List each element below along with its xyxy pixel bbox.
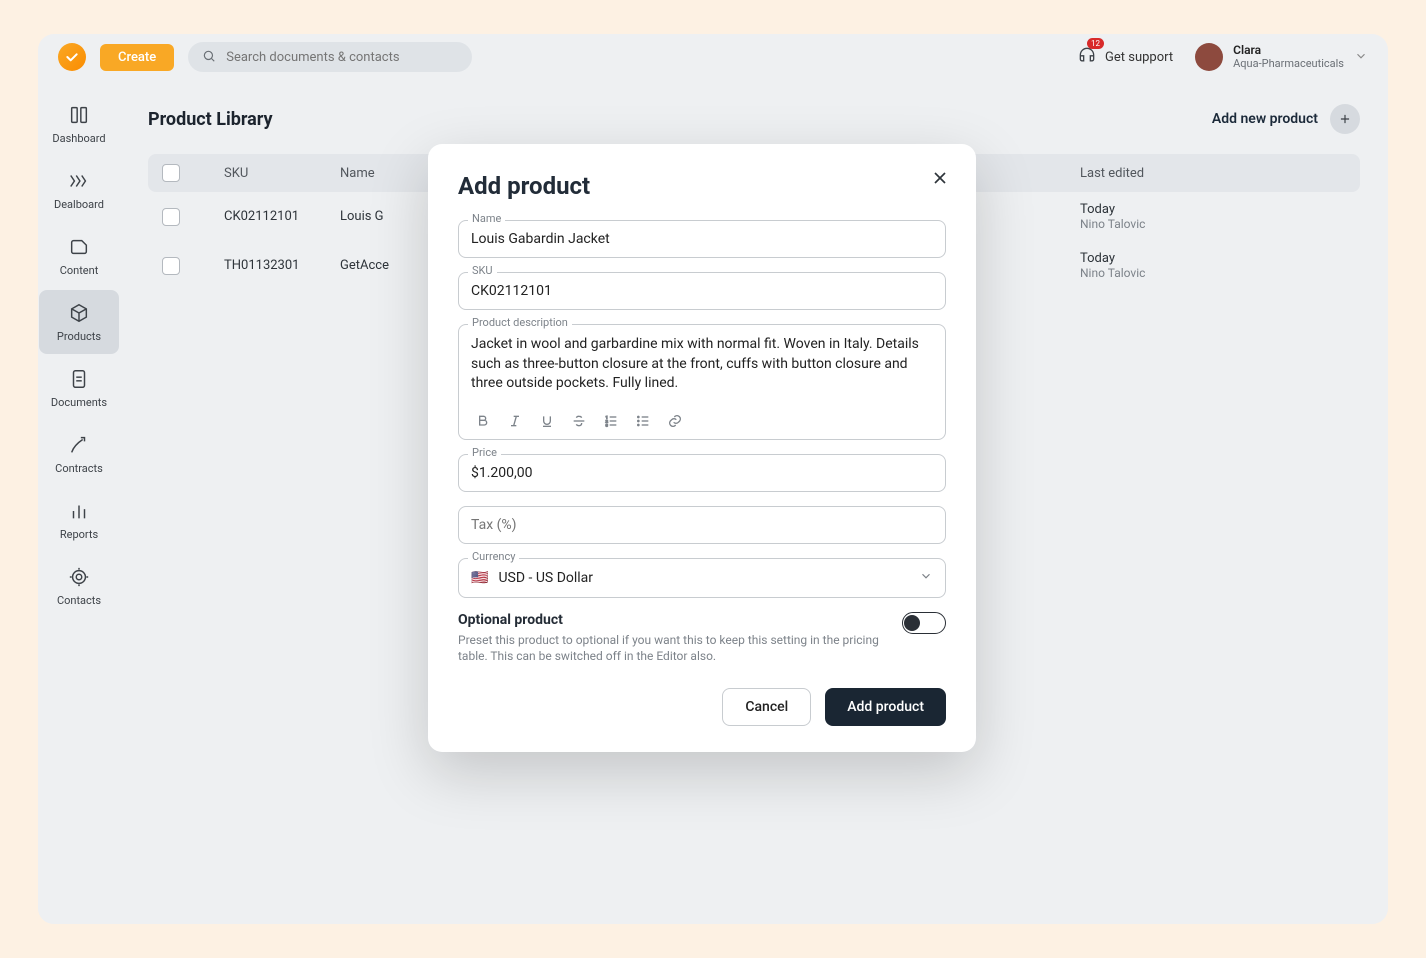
app-logo — [58, 43, 86, 71]
bold-icon[interactable] — [475, 413, 491, 429]
flag-icon: 🇺🇸 — [471, 570, 488, 586]
cell-last-edited: Today — [1080, 202, 1250, 217]
user-name: Clara — [1233, 44, 1344, 58]
get-support-button[interactable]: 12 Get support — [1077, 45, 1173, 69]
user-text: Clara Aqua-Pharmaceuticals — [1233, 44, 1344, 70]
toggle-knob — [904, 615, 920, 631]
bullet-list-icon[interactable] — [635, 413, 651, 429]
svg-text:3: 3 — [606, 422, 608, 427]
add-new-product-button[interactable]: Add new product — [1212, 104, 1360, 134]
sidebar-item-label: Products — [57, 330, 101, 343]
topbar: Create 12 Get support Clara Aqua-Pharmac… — [38, 34, 1388, 80]
sku-label: SKU — [468, 264, 497, 277]
currency-value: USD - US Dollar — [498, 570, 593, 586]
product-price-input[interactable] — [458, 454, 946, 492]
search-input[interactable] — [226, 50, 458, 65]
create-button[interactable]: Create — [100, 44, 174, 71]
cell-last-edited-by: Nino Talovic — [1080, 266, 1250, 280]
sidebar-item-dashboard[interactable]: Dashboard — [39, 92, 119, 156]
modal-actions: Cancel Add product — [458, 688, 946, 726]
headset-icon: 12 — [1077, 45, 1097, 69]
currency-select[interactable]: 🇺🇸 USD - US Dollar — [458, 558, 946, 598]
cell-sku: TH01132301 — [224, 258, 340, 273]
sidebar-item-reports[interactable]: Reports — [39, 488, 119, 552]
sidebar: Dashboard Dealboard Content Products Doc… — [38, 80, 120, 924]
sidebar-item-label: Reports — [60, 528, 98, 541]
table-header-last-edited: Last edited — [1080, 166, 1250, 181]
optional-desc: Preset this product to optional if you w… — [458, 632, 882, 664]
plus-icon — [1330, 104, 1360, 134]
product-name-input[interactable] — [458, 220, 946, 258]
modal-title: Add product — [458, 172, 946, 200]
sidebar-item-documents[interactable]: Documents — [39, 356, 119, 420]
cell-last-edited: Today — [1080, 251, 1250, 266]
product-sku-input[interactable] — [458, 272, 946, 310]
product-description-text: Jacket in wool and garbardine mix with n… — [471, 335, 933, 405]
sidebar-item-products[interactable]: Products — [39, 290, 119, 354]
sidebar-item-dealboard[interactable]: Dealboard — [39, 158, 119, 222]
table-header-sku: SKU — [224, 166, 340, 181]
row-checkbox[interactable] — [162, 208, 180, 226]
sidebar-item-content[interactable]: Content — [39, 224, 119, 288]
currency-label: Currency — [468, 550, 519, 563]
cancel-button[interactable]: Cancel — [722, 688, 811, 726]
sidebar-item-contacts[interactable]: Contacts — [39, 554, 119, 618]
strikethrough-icon[interactable] — [571, 413, 587, 429]
support-badge: 12 — [1087, 38, 1104, 49]
close-icon[interactable] — [930, 168, 950, 192]
search-box[interactable] — [188, 42, 472, 72]
page-title: Product Library — [148, 109, 273, 130]
optional-toggle[interactable] — [902, 612, 946, 634]
add-product-modal: Add product Name SKU Product description… — [428, 144, 976, 752]
user-menu[interactable]: Clara Aqua-Pharmaceuticals — [1195, 43, 1368, 71]
add-product-button[interactable]: Add product — [825, 688, 946, 726]
product-description-input[interactable]: Jacket in wool and garbardine mix with n… — [458, 324, 946, 440]
support-label: Get support — [1105, 50, 1173, 65]
search-icon — [202, 48, 216, 67]
italic-icon[interactable] — [507, 413, 523, 429]
sidebar-item-contracts[interactable]: Contracts — [39, 422, 119, 486]
optional-title: Optional product — [458, 612, 882, 628]
underline-icon[interactable] — [539, 413, 555, 429]
product-tax-input[interactable] — [458, 506, 946, 544]
add-new-label: Add new product — [1212, 111, 1318, 127]
select-all-checkbox[interactable] — [162, 164, 180, 182]
price-label: Price — [468, 446, 501, 459]
sidebar-item-label: Dealboard — [54, 198, 104, 211]
name-label: Name — [468, 212, 505, 225]
cell-last-edited-by: Nino Talovic — [1080, 217, 1250, 231]
link-icon[interactable] — [667, 413, 683, 429]
ordered-list-icon[interactable]: 123 — [603, 413, 619, 429]
sidebar-item-label: Documents — [51, 396, 107, 409]
sidebar-item-label: Dashboard — [52, 132, 105, 145]
app-frame: Create 12 Get support Clara Aqua-Pharmac… — [38, 34, 1388, 924]
sidebar-item-label: Contacts — [57, 594, 101, 607]
sidebar-item-label: Contracts — [55, 462, 103, 475]
chevron-down-icon — [1354, 48, 1368, 67]
chevron-down-icon — [919, 569, 933, 587]
sidebar-item-label: Content — [60, 264, 99, 277]
topbar-right: 12 Get support Clara Aqua-Pharmaceutical… — [1077, 43, 1368, 71]
row-checkbox[interactable] — [162, 257, 180, 275]
format-toolbar: 123 — [471, 405, 933, 439]
description-label: Product description — [468, 316, 572, 329]
optional-product-block: Optional product Preset this product to … — [458, 612, 946, 664]
avatar — [1195, 43, 1223, 71]
cell-sku: CK02112101 — [224, 209, 340, 224]
user-org: Aqua-Pharmaceuticals — [1233, 58, 1344, 71]
